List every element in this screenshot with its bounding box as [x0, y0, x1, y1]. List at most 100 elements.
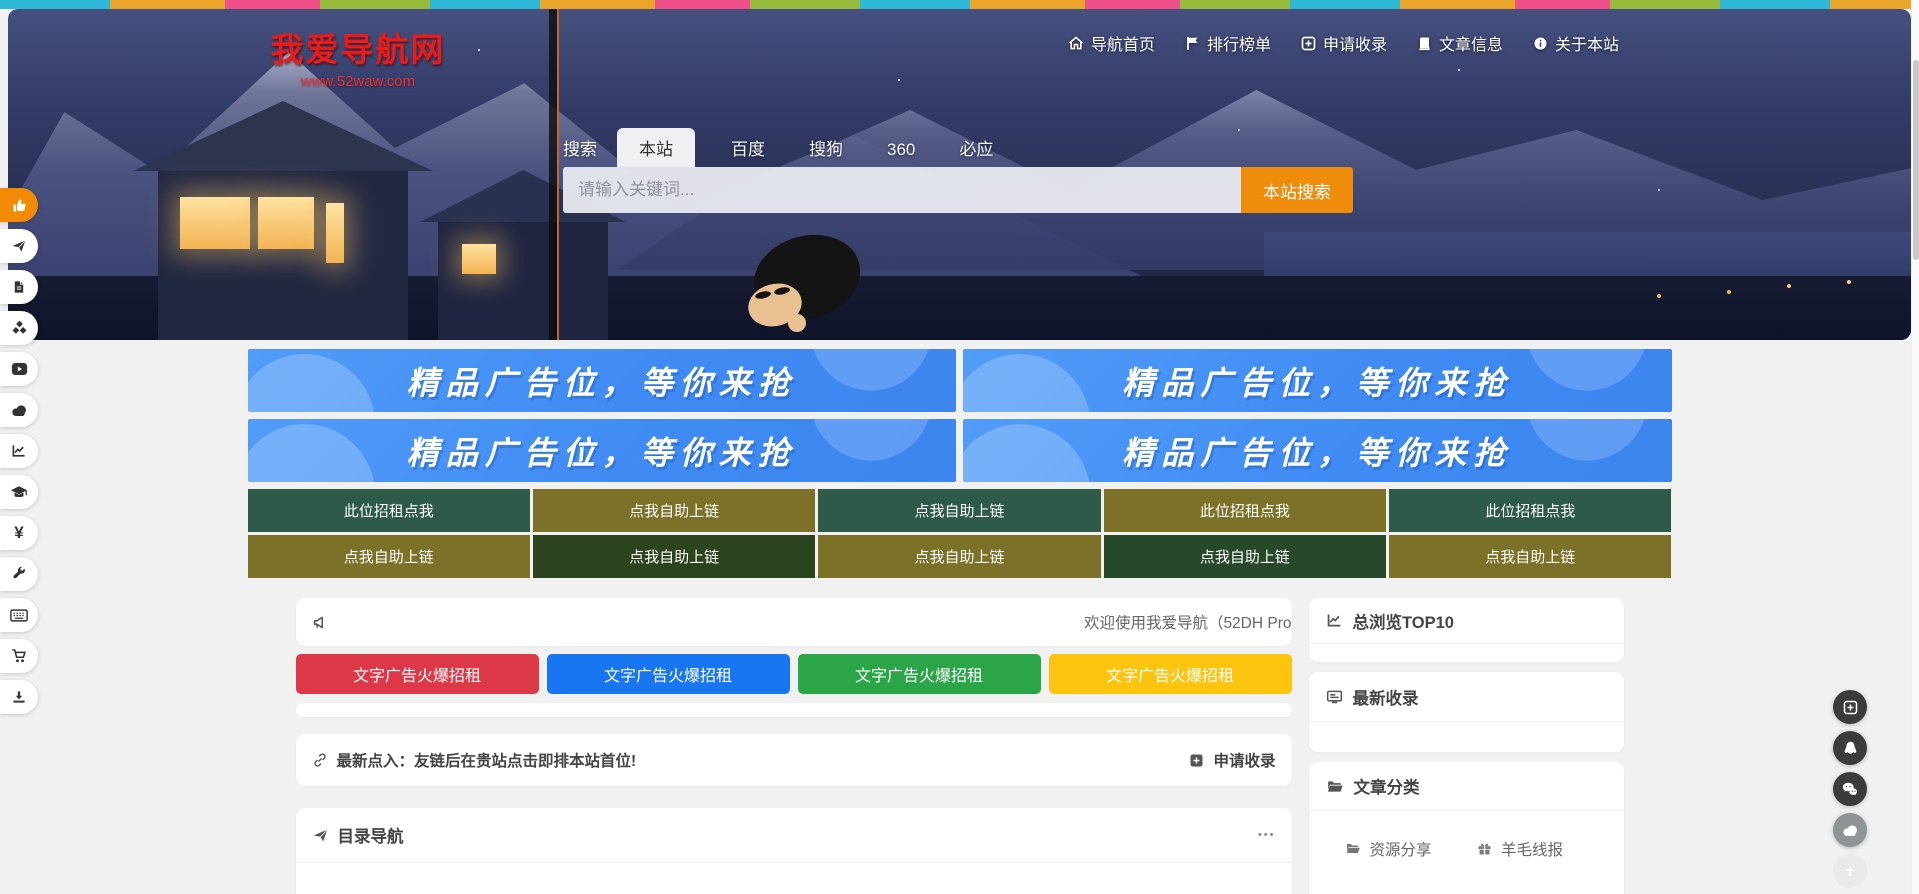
house-art: [438, 214, 608, 340]
top-nav: 导航首页 排行榜单 申请收录 文章信息 关于本站: [1068, 31, 1619, 55]
dock-keyboard-button[interactable]: [0, 598, 38, 632]
chart-line-icon: [1326, 612, 1343, 629]
link-ad-cell[interactable]: 此位招租点我: [1104, 489, 1386, 532]
float-add-button[interactable]: [1833, 690, 1867, 724]
category-item-deals[interactable]: 羊毛线报: [1477, 827, 1610, 871]
link-ad-cell[interactable]: 点我自助上链: [533, 535, 815, 578]
top10-title: 总浏览TOP10: [1353, 609, 1454, 633]
apply-inclusion-button[interactable]: 申请收录: [1189, 749, 1275, 771]
latest-included-body-empty: [1309, 722, 1624, 752]
directory-header: 目录导航 •••: [296, 808, 1292, 863]
cloud-icon: [1842, 824, 1859, 837]
float-back-to-top-button[interactable]: [1833, 854, 1867, 888]
link-ad-cell[interactable]: 点我自助上链: [248, 535, 530, 578]
ellipsis-more-button[interactable]: •••: [1258, 829, 1276, 841]
info-circle-icon: [1533, 36, 1548, 51]
nav-item-submit[interactable]: 申请收录: [1301, 31, 1387, 55]
dock-wrench-button[interactable]: [0, 557, 38, 591]
banner-grid: 精品广告位，等你来抢 精品广告位，等你来抢 精品广告位，等你来抢 精品广告位，等…: [248, 349, 1672, 482]
text-ad-button[interactable]: 文字广告火爆招租: [798, 654, 1041, 694]
float-qq-button[interactable]: [1833, 731, 1867, 765]
tab-engine-360[interactable]: 360: [879, 133, 923, 167]
float-cloud-button[interactable]: [1833, 813, 1867, 847]
folder-open-icon: [1326, 778, 1344, 795]
search-box: 本站搜索: [563, 167, 1353, 213]
link-ad-cell[interactable]: 点我自助上链: [1104, 535, 1386, 578]
directory-card: 目录导航 •••: [296, 808, 1292, 894]
nav-item-articles[interactable]: 文章信息: [1417, 31, 1503, 55]
tab-engine-baidu[interactable]: 百度: [723, 128, 773, 167]
scrollbar-thumb[interactable]: [1913, 60, 1919, 260]
link-ad-cell[interactable]: 此位招租点我: [1389, 489, 1671, 532]
text-ads-row: 文字广告火爆招租 文字广告火爆招租 文字广告火爆招租 文字广告火爆招租: [296, 654, 1292, 694]
banner-ad[interactable]: 精品广告位，等你来抢: [248, 349, 957, 412]
tab-engine-sogou[interactable]: 搜狗: [801, 128, 851, 167]
banner-ad[interactable]: 精品广告位，等你来抢: [963, 419, 1672, 482]
book-icon: [1417, 36, 1432, 51]
partial-card-edge: [296, 703, 1292, 717]
folder-open-icon: [1345, 841, 1361, 856]
top10-header: 总浏览TOP10: [1309, 598, 1624, 644]
cubes-icon: [11, 320, 28, 336]
link-ad-cell[interactable]: 点我自助上链: [818, 489, 1100, 532]
logo-subtitle: www.52waw.com: [233, 73, 483, 90]
float-wechat-button[interactable]: [1833, 772, 1867, 806]
search-button[interactable]: 本站搜索: [1241, 167, 1353, 213]
dock-chart-button[interactable]: [0, 434, 38, 468]
text-ad-button[interactable]: 文字广告火爆招租: [1049, 654, 1292, 694]
content-row: 欢迎使用我爱导航（52DH Pro 文字广告火爆招租 文字广告火爆招租 文字广告…: [296, 598, 1624, 894]
notice-marquee-text: 欢迎使用我爱导航（52DH Pro: [343, 611, 1292, 633]
tab-engine-local[interactable]: 本站: [617, 128, 695, 167]
category-label: 羊毛线报: [1501, 838, 1563, 860]
dock-file-button[interactable]: [0, 270, 38, 304]
article-categories-header: 文章分类: [1309, 762, 1624, 811]
graduation-cap-icon: [10, 485, 28, 500]
bullhorn-icon: [312, 614, 329, 631]
banner-ad[interactable]: 精品广告位，等你来抢: [963, 349, 1672, 412]
scrollbar[interactable]: [1911, 0, 1919, 894]
latest-included-header: 最新收录: [1309, 672, 1624, 722]
latest-clicks-info: 最新点入：友链后在贵站点击即排本站首位!: [312, 749, 637, 771]
nav-item-ranking[interactable]: 排行榜单: [1185, 31, 1271, 55]
dock-youtube-button[interactable]: [0, 352, 38, 386]
logo-title: 我爱导航网: [233, 23, 483, 71]
dock-paper-plane-button[interactable]: [0, 229, 38, 263]
search-input[interactable]: [563, 167, 1241, 213]
dock-cubes-button[interactable]: [0, 311, 38, 345]
newspaper-icon: [1326, 688, 1343, 705]
dock-graduation-cap-button[interactable]: [0, 475, 38, 509]
latest-included-title: 最新收录: [1353, 685, 1419, 709]
text-ad-button[interactable]: 文字广告火爆招租: [296, 654, 539, 694]
search-module: 搜索 本站 百度 搜狗 360 必应 本站搜索: [563, 133, 1353, 213]
tab-engine-bing[interactable]: 必应: [951, 128, 1001, 167]
nav-item-home[interactable]: 导航首页: [1068, 31, 1155, 55]
category-item-resources[interactable]: 资源分享: [1345, 827, 1478, 871]
dock-thumbs-up-button[interactable]: [0, 188, 38, 222]
apply-inclusion-label: 申请收录: [1213, 749, 1275, 771]
link-ad-cell[interactable]: 点我自助上链: [533, 489, 815, 532]
dock-cart-button[interactable]: [0, 639, 38, 673]
plus-square-icon: [1301, 36, 1316, 51]
dock-cloud-button[interactable]: [0, 393, 38, 427]
dock-yen-button[interactable]: ¥: [0, 516, 38, 550]
link-ad-cell[interactable]: 点我自助上链: [1389, 535, 1671, 578]
left-dock: ¥: [0, 188, 38, 721]
top10-card: 总浏览TOP10: [1309, 598, 1624, 662]
cloud-icon: [11, 404, 28, 417]
wechat-icon: [1841, 781, 1859, 797]
dock-download-button[interactable]: [0, 680, 38, 714]
text-ad-button[interactable]: 文字广告火爆招租: [547, 654, 790, 694]
link-ad-cell[interactable]: 此位招租点我: [248, 489, 530, 532]
search-label: 搜索: [563, 135, 597, 167]
directory-title: 目录导航: [338, 823, 404, 847]
house-art: [158, 159, 408, 340]
banner-ad[interactable]: 精品广告位，等你来抢: [248, 419, 957, 482]
site-logo[interactable]: 我爱导航网 www.52waw.com: [233, 23, 483, 90]
nav-label: 导航首页: [1091, 31, 1155, 55]
link-ad-cell[interactable]: 点我自助上链: [818, 535, 1100, 578]
ads-section: 精品广告位，等你来抢 精品广告位，等你来抢 精品广告位，等你来抢 精品广告位，等…: [248, 349, 1672, 578]
directory-title-group: 目录导航: [312, 823, 1258, 847]
arrow-up-icon: [1843, 864, 1857, 878]
nav-item-about[interactable]: 关于本站: [1533, 31, 1619, 55]
download-icon: [11, 689, 27, 705]
